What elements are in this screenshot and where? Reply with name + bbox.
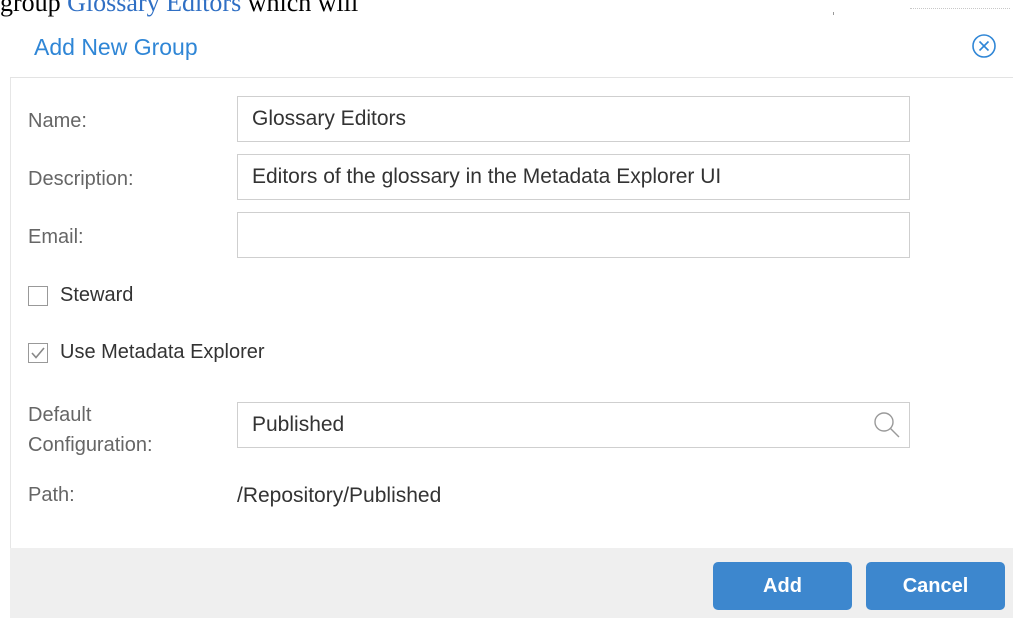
add-group-dialog: Add New Group Name: Description: Email: … (10, 18, 1013, 618)
name-label: Name: (28, 110, 87, 132)
dialog-title: Add New Group (34, 34, 198, 60)
add-button[interactable]: Add (713, 562, 852, 610)
default-configuration-label: Default Configuration: (28, 400, 153, 460)
path-label: Path: (28, 484, 75, 506)
search-icon[interactable] (872, 410, 902, 440)
background-text-prefix: group (0, 0, 68, 17)
steward-checkbox[interactable] (28, 285, 48, 306)
email-input[interactable] (237, 212, 910, 258)
dialog-header: Add New Group (10, 18, 1013, 78)
cancel-button[interactable]: Cancel (866, 562, 1005, 610)
use-metadata-explorer-checkbox[interactable] (28, 342, 48, 363)
background-text-suffix: which will (241, 0, 359, 17)
steward-option[interactable]: Steward (28, 284, 133, 307)
description-label: Description: (28, 168, 134, 190)
background-divider (833, 12, 834, 15)
use-metadata-explorer-option[interactable]: Use Metadata Explorer (28, 341, 265, 364)
default-configuration-input[interactable] (237, 402, 910, 448)
path-value: /Repository/Published (237, 484, 442, 507)
background-dotted-line (910, 8, 1010, 9)
default-configuration-label-line1: Default (28, 404, 92, 426)
dialog-left-border (10, 78, 11, 558)
description-input[interactable] (237, 154, 910, 200)
steward-label: Steward (60, 284, 134, 306)
default-configuration-label-line2: Configuration: (28, 434, 153, 456)
email-label: Email: (28, 226, 84, 248)
background-link[interactable]: Glossary Editors (67, 0, 241, 17)
checkmark-icon (31, 346, 45, 359)
close-icon[interactable] (970, 32, 998, 60)
use-metadata-explorer-label: Use Metadata Explorer (60, 341, 265, 363)
default-configuration-lookup (237, 402, 910, 448)
name-input[interactable] (237, 96, 910, 142)
dialog-footer: Add Cancel (10, 548, 1013, 618)
